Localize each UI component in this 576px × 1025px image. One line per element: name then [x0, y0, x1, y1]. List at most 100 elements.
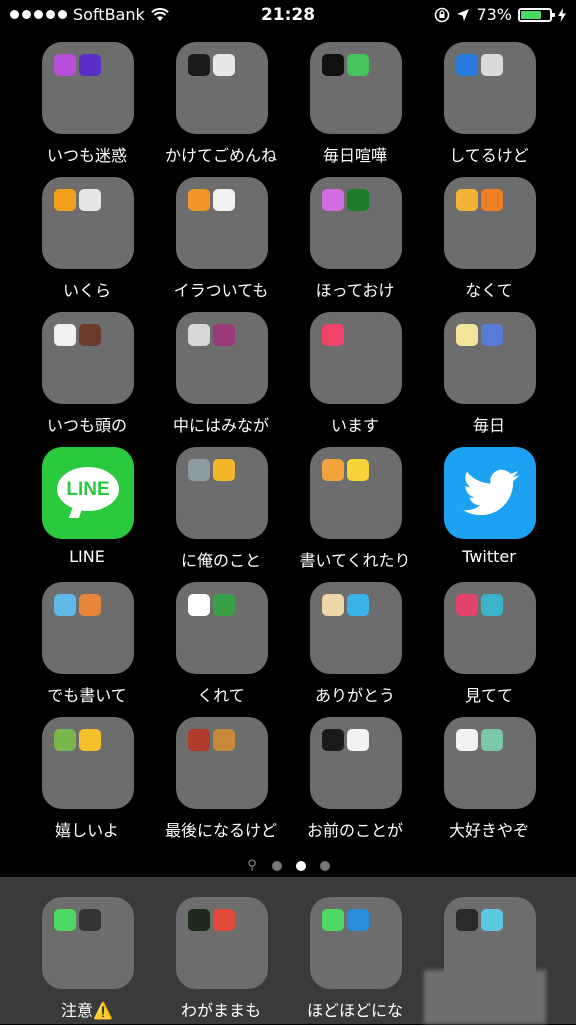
- icon-label: なくて: [465, 281, 513, 300]
- app-thumbnail-icon: [456, 189, 478, 211]
- grid-item[interactable]: LINE LINE: [20, 445, 154, 575]
- app-thumbnail-icon: [322, 909, 344, 931]
- folder-icon[interactable]: [42, 42, 134, 134]
- page-dot[interactable]: [296, 860, 306, 871]
- icon-label: 大好きやぞ: [448, 821, 529, 840]
- grid-item[interactable]: 大好きやぞ: [422, 715, 556, 845]
- folder-icon[interactable]: [444, 42, 536, 134]
- folder-icon[interactable]: [42, 582, 134, 674]
- dock-item[interactable]: ほどほどにな: [288, 895, 422, 1025]
- grid-item[interactable]: 書いてくれたり: [288, 445, 422, 575]
- app-thumbnail-icon: [79, 909, 101, 931]
- folder-icon[interactable]: [176, 447, 268, 539]
- page-dot[interactable]: [272, 860, 282, 871]
- grid-item[interactable]: でも書いて: [20, 580, 154, 710]
- app-thumbnail-icon: [322, 54, 344, 76]
- folder-icon[interactable]: [176, 582, 268, 674]
- icon-label: 嬉しいよ: [55, 821, 119, 840]
- grid-item[interactable]: イラついても: [154, 175, 288, 305]
- twitter-app-icon[interactable]: [444, 447, 536, 539]
- app-thumbnail-icon: [54, 54, 76, 76]
- status-right: 73%: [434, 5, 566, 24]
- icon-label: います: [330, 416, 379, 435]
- folder-icon[interactable]: [310, 447, 402, 539]
- app-thumbnail-icon: [322, 189, 344, 211]
- grid-item[interactable]: いつも迷惑: [20, 40, 154, 170]
- grid-item[interactable]: お前のことが: [288, 715, 422, 845]
- icon-label: LINE: [69, 547, 105, 566]
- grid-item[interactable]: 中にはみなが: [154, 310, 288, 440]
- app-thumbnail-icon: [481, 324, 503, 346]
- grid-item[interactable]: Twitter: [422, 445, 556, 575]
- folder-icon[interactable]: [42, 897, 134, 989]
- app-thumbnail-icon: [481, 189, 503, 211]
- grid-item[interactable]: います: [288, 310, 422, 440]
- line-app-icon[interactable]: LINE: [42, 447, 134, 539]
- icon-label: いつも迷惑: [46, 146, 127, 165]
- dock-item[interactable]: 注意⚠️: [20, 895, 154, 1025]
- grid-item[interactable]: 毎日: [422, 310, 556, 440]
- icon-label: いつも頭の: [46, 416, 127, 435]
- dock-item[interactable]: わがままも: [154, 895, 288, 1025]
- icon-label: してるけど: [449, 146, 529, 165]
- page-dot[interactable]: [320, 860, 330, 871]
- folder-icon[interactable]: [310, 717, 402, 809]
- twitter-bird-icon: [463, 469, 519, 516]
- battery-percent: 73%: [476, 5, 512, 24]
- grid-item[interactable]: ありがとう: [288, 580, 422, 710]
- icon-label: でも書いて: [47, 686, 127, 705]
- folder-icon[interactable]: [444, 717, 536, 809]
- grid-item[interactable]: 嬉しいよ: [20, 715, 154, 845]
- app-thumbnail-icon: [456, 729, 478, 751]
- folder-icon[interactable]: [176, 717, 268, 809]
- app-thumbnail-icon: [213, 54, 235, 76]
- folder-icon[interactable]: [444, 177, 536, 269]
- grid-item[interactable]: 最後になるけど: [154, 715, 288, 845]
- folder-icon[interactable]: [42, 177, 134, 269]
- app-thumbnail-icon: [54, 729, 76, 751]
- icon-label: お前のことが: [306, 821, 403, 840]
- page-indicator[interactable]: ⚲: [0, 858, 576, 873]
- app-thumbnail-icon: [456, 324, 478, 346]
- status-bar: SoftBank 21:28 73%: [0, 0, 576, 32]
- folder-icon[interactable]: [42, 312, 134, 404]
- grid-item[interactable]: いくら: [20, 175, 154, 305]
- app-thumbnail-icon: [322, 729, 344, 751]
- grid-item[interactable]: 毎日喧嘩: [288, 40, 422, 170]
- grid-item[interactable]: に俺のこと: [154, 445, 288, 575]
- grid-item[interactable]: ほっておけ: [288, 175, 422, 305]
- folder-icon[interactable]: [42, 717, 134, 809]
- app-thumbnail-icon: [347, 189, 369, 211]
- app-thumbnail-icon: [481, 594, 503, 616]
- grid-item[interactable]: 見てて: [422, 580, 556, 710]
- grid-item[interactable]: なくて: [422, 175, 556, 305]
- icon-label: 書いてくれたり: [299, 551, 411, 570]
- grid-item[interactable]: いつも頭の: [20, 310, 154, 440]
- folder-icon[interactable]: [444, 582, 536, 674]
- app-thumbnail-icon: [456, 909, 478, 931]
- app-thumbnail-icon: [79, 729, 101, 751]
- folder-icon[interactable]: [176, 42, 268, 134]
- folder-icon[interactable]: [310, 177, 402, 269]
- icon-label: ほっておけ: [315, 281, 395, 300]
- app-thumbnail-icon: [322, 324, 344, 346]
- app-thumbnail-icon: [347, 459, 369, 481]
- charging-bolt-icon: [558, 7, 566, 22]
- app-thumbnail-icon: [213, 189, 235, 211]
- folder-icon[interactable]: [176, 177, 268, 269]
- folder-icon[interactable]: [176, 312, 268, 404]
- folder-icon[interactable]: [310, 897, 402, 989]
- grid-item[interactable]: してるけど: [422, 40, 556, 170]
- folder-icon[interactable]: [444, 312, 536, 404]
- folder-icon[interactable]: [310, 312, 402, 404]
- app-thumbnail-icon: [54, 324, 76, 346]
- folder-icon[interactable]: [310, 42, 402, 134]
- icon-label: くれて: [197, 686, 245, 705]
- rotation-lock-icon: [435, 7, 450, 22]
- grid-item[interactable]: くれて: [154, 580, 288, 710]
- folder-icon[interactable]: [176, 897, 268, 989]
- folder-icon[interactable]: [310, 582, 402, 674]
- grid-item[interactable]: かけてごめんね: [154, 40, 288, 170]
- spotlight-search-icon[interactable]: ⚲: [246, 858, 258, 873]
- app-thumbnail-icon: [213, 729, 235, 751]
